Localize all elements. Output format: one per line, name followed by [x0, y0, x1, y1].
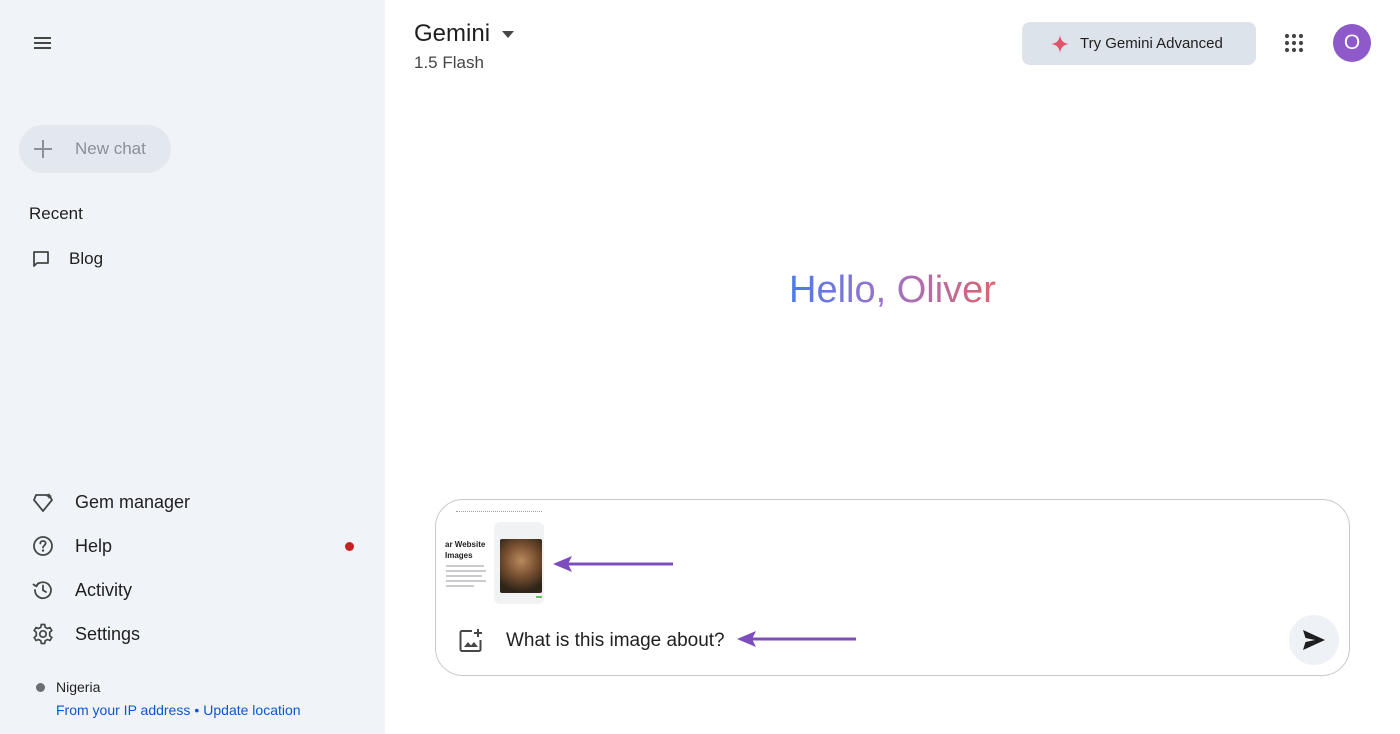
notification-dot: [345, 542, 354, 551]
send-button[interactable]: [1289, 615, 1339, 665]
attachment-text-lines: [446, 565, 488, 590]
try-advanced-button[interactable]: Try Gemini Advanced: [1022, 22, 1256, 65]
help-icon: [33, 536, 53, 556]
sidebar: New chat Recent Blog Gem manager Help Ac…: [0, 0, 385, 734]
sidebar-item-label: Settings: [75, 623, 141, 644]
annotation-arrow-prompt: [737, 631, 856, 647]
sidebar-item-label: Help: [75, 535, 113, 556]
model-version: 1.5 Flash: [414, 53, 484, 72]
prompt-box: ar Website Images: [435, 499, 1350, 676]
sidebar-item-label: Activity: [75, 579, 133, 600]
location-dot-icon: [36, 682, 45, 692]
recent-chat-item[interactable]: Blog: [22, 240, 362, 278]
sidebar-item-help[interactable]: Help: [22, 524, 367, 568]
annotation-arrow-image: [553, 556, 673, 572]
main-menu-button[interactable]: [24, 24, 62, 62]
sidebar-links: Gem manager Help Activity Settings: [22, 480, 367, 656]
google-apps-button[interactable]: [1277, 26, 1311, 60]
add-image-icon: [459, 629, 482, 652]
apps-grid-icon: [1284, 33, 1304, 53]
sidebar-item-gem-manager[interactable]: Gem manager: [22, 480, 367, 524]
chat-bubble-icon: [33, 251, 49, 267]
add-image-button[interactable]: [456, 626, 486, 656]
model-name: Gemini: [414, 20, 491, 47]
caret-down-icon: [502, 30, 515, 38]
ip-address-link[interactable]: From your IP address: [56, 702, 190, 718]
new-chat-label: New chat: [75, 139, 146, 158]
model-switcher[interactable]: Gemini: [414, 20, 515, 48]
attachment-title-text: ar Website Images: [445, 540, 486, 560]
attached-image-thumbnail[interactable]: ar Website Images: [444, 510, 544, 605]
greeting-text: Hello, Oliver: [789, 269, 996, 311]
location-country: Nigeria: [56, 679, 101, 695]
greeting: Hello, Oliver: [385, 266, 1400, 314]
new-chat-button[interactable]: New chat: [19, 125, 171, 173]
plus-icon: [34, 140, 52, 158]
gem-icon: [33, 493, 53, 512]
gear-icon: [33, 623, 53, 645]
account-avatar[interactable]: O: [1333, 24, 1371, 62]
recent-heading: Recent: [29, 204, 83, 223]
update-location-link[interactable]: Update location: [203, 702, 300, 718]
attachment-photo: [500, 539, 542, 593]
sidebar-item-settings[interactable]: Settings: [22, 612, 367, 656]
location-info: Nigeria From your IP address • Update loca…: [36, 679, 301, 718]
sidebar-item-activity[interactable]: Activity: [22, 568, 367, 612]
recent-chat-label: Blog: [69, 249, 104, 268]
send-icon: [1303, 630, 1325, 650]
sidebar-item-label: Gem manager: [75, 491, 191, 512]
link-separator: •: [194, 702, 200, 718]
hamburger-menu-icon: [34, 37, 51, 49]
try-advanced-label: Try Gemini Advanced: [1080, 35, 1223, 52]
history-icon: [32, 581, 52, 600]
sparkle-icon: [1051, 34, 1069, 53]
